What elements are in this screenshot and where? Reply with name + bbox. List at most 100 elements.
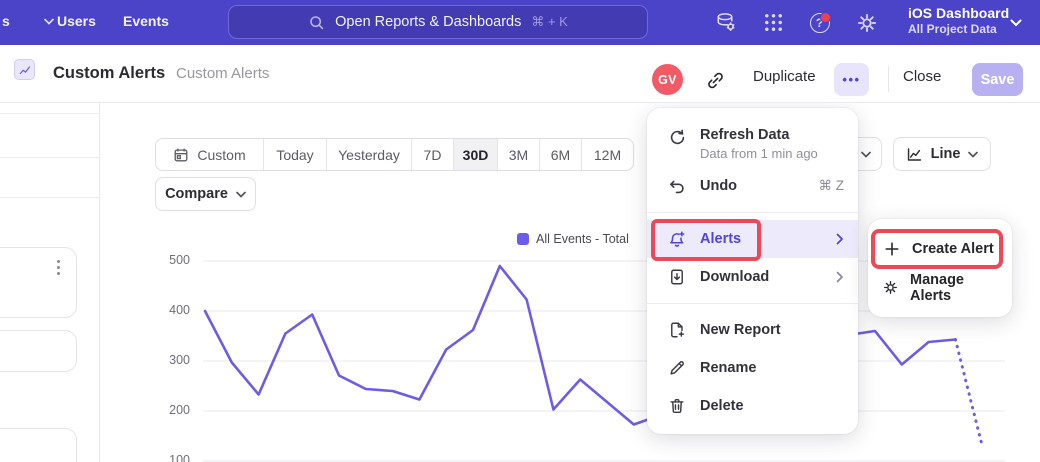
gear-icon xyxy=(882,279,899,296)
sidebar-card[interactable] xyxy=(0,330,77,372)
range-label: 3M xyxy=(509,147,528,163)
header-divider xyxy=(888,66,889,92)
line-chart-icon xyxy=(906,146,923,163)
menu-item-download[interactable]: Download xyxy=(647,258,858,296)
new-report-icon xyxy=(667,321,687,339)
submenu-label: Create Alert xyxy=(912,241,994,257)
calendar-icon xyxy=(173,147,189,163)
menu-label: Download xyxy=(700,269,769,285)
range-7d[interactable]: 7D xyxy=(411,139,453,170)
menu-item-new-report[interactable]: New Report xyxy=(647,311,858,349)
menu-item-delete[interactable]: Delete xyxy=(647,387,858,425)
trash-icon xyxy=(667,397,687,415)
page-title: Custom Alerts xyxy=(53,64,165,83)
search-placeholder: Open Reports & Dashboards xyxy=(335,14,521,30)
grid-icon xyxy=(762,11,785,34)
more-options-button[interactable]: ••• xyxy=(834,63,869,96)
menu-shortcut: ⌘ Z xyxy=(819,178,845,194)
submenu-item-manage-alerts[interactable]: Manage Alerts xyxy=(868,268,1012,307)
menu-label: Refresh Data xyxy=(700,127,789,143)
duplicate-button[interactable]: Duplicate xyxy=(753,68,816,85)
submenu-item-create-alert[interactable]: Create Alert xyxy=(868,229,1012,268)
menu-divider xyxy=(647,303,858,304)
menu-label: Undo xyxy=(700,178,737,194)
range-today[interactable]: Today xyxy=(263,139,326,170)
left-sidebar xyxy=(0,103,100,462)
range-label: 30D xyxy=(463,147,489,163)
report-header: Custom Alerts Custom Alerts GV Duplicate… xyxy=(0,45,1040,103)
range-3m[interactable]: 3M xyxy=(497,139,539,170)
menu-item-undo[interactable]: Undo ⌘ Z xyxy=(647,167,858,205)
range-label: Yesterday xyxy=(338,147,400,163)
chevron-down-icon[interactable] xyxy=(1010,19,1022,27)
menu-item-rename[interactable]: Rename xyxy=(647,349,858,387)
chevron-down-icon xyxy=(44,18,54,25)
menu-item-refresh-data[interactable]: Refresh Data Data from 1 min ago xyxy=(647,117,858,167)
chevron-down-icon xyxy=(861,151,871,158)
y-axis-tick-label: 100 xyxy=(146,453,190,462)
range-custom[interactable]: Custom xyxy=(156,139,263,170)
legend-label: All Events - Total xyxy=(536,232,629,246)
mini-line-chart-icon xyxy=(18,63,32,77)
save-button[interactable]: Save xyxy=(972,63,1023,96)
sidebar-divider xyxy=(0,197,99,198)
sidebar-divider xyxy=(0,113,99,114)
y-axis-tick-label: 500 xyxy=(146,253,190,267)
chart-type-label: Line xyxy=(931,146,961,162)
compare-button[interactable]: Compare xyxy=(155,177,256,211)
chevron-right-icon xyxy=(836,233,844,245)
data-management-button[interactable] xyxy=(712,9,739,36)
legend-swatch xyxy=(517,233,529,245)
project-switcher[interactable]: iOS Dashboard All Project Data xyxy=(908,5,1009,37)
range-label: Custom xyxy=(197,147,245,163)
menu-item-alerts[interactable]: Alerts xyxy=(647,220,858,258)
database-icon xyxy=(713,10,738,35)
range-6m[interactable]: 6M xyxy=(539,139,581,170)
range-yesterday[interactable]: Yesterday xyxy=(326,139,411,170)
download-icon xyxy=(667,268,687,286)
y-axis-tick-label: 400 xyxy=(146,303,190,317)
kebab-menu-icon[interactable] xyxy=(57,260,60,275)
close-button[interactable]: Close xyxy=(903,68,941,85)
menu-label: New Report xyxy=(700,322,781,338)
nav-item-truncated[interactable]: s xyxy=(2,13,10,29)
project-name: All Project Data xyxy=(908,22,1009,37)
report-icon xyxy=(14,59,35,80)
chart-type-button[interactable]: Line xyxy=(893,137,991,171)
chevron-right-icon xyxy=(836,271,844,283)
app-root: 500400300200100 All Events - Total Custo… xyxy=(0,0,1040,462)
chevron-down-icon xyxy=(968,151,978,158)
submenu-label: Manage Alerts xyxy=(910,272,998,304)
nav-item-events[interactable]: Events xyxy=(123,13,169,29)
menu-label: Delete xyxy=(700,398,744,414)
search-bar[interactable]: Open Reports & Dashboards ⌘ + K xyxy=(228,5,648,39)
avatar[interactable]: GV xyxy=(652,64,683,95)
apps-grid-button[interactable] xyxy=(760,9,787,36)
menu-divider xyxy=(647,212,858,213)
line-series-projected xyxy=(955,340,982,447)
gear-icon xyxy=(855,11,879,35)
notification-badge xyxy=(820,12,831,23)
chart-legend: All Events - Total xyxy=(517,232,629,246)
range-12m[interactable]: 12M xyxy=(581,139,633,170)
top-navigation-bar: s Users Events Open Reports & Dashboards… xyxy=(0,0,1040,45)
date-range-control: Custom Today Yesterday 7D 30D 3M 6M 12M xyxy=(155,138,634,171)
settings-button[interactable] xyxy=(853,9,880,36)
search-shortcut: ⌘ + K xyxy=(531,14,568,30)
nav-item-users[interactable]: Users xyxy=(57,13,96,29)
range-label: 12M xyxy=(594,147,621,163)
more-options-menu: Refresh Data Data from 1 min ago Undo ⌘ … xyxy=(647,108,858,434)
sidebar-divider xyxy=(0,157,99,158)
range-30d-selected[interactable]: 30D xyxy=(453,139,497,170)
pencil-icon xyxy=(667,359,687,377)
sidebar-card[interactable] xyxy=(0,247,77,318)
menu-label: Alerts xyxy=(700,231,741,247)
refresh-icon xyxy=(667,128,687,147)
copy-link-button[interactable] xyxy=(702,67,728,93)
alerts-submenu: Create Alert Manage Alerts xyxy=(868,219,1012,317)
help-button[interactable]: ? xyxy=(806,9,833,36)
undo-icon xyxy=(667,177,687,196)
sidebar-card[interactable] xyxy=(0,428,77,462)
compare-label: Compare xyxy=(165,186,228,202)
range-label: Today xyxy=(276,147,313,163)
